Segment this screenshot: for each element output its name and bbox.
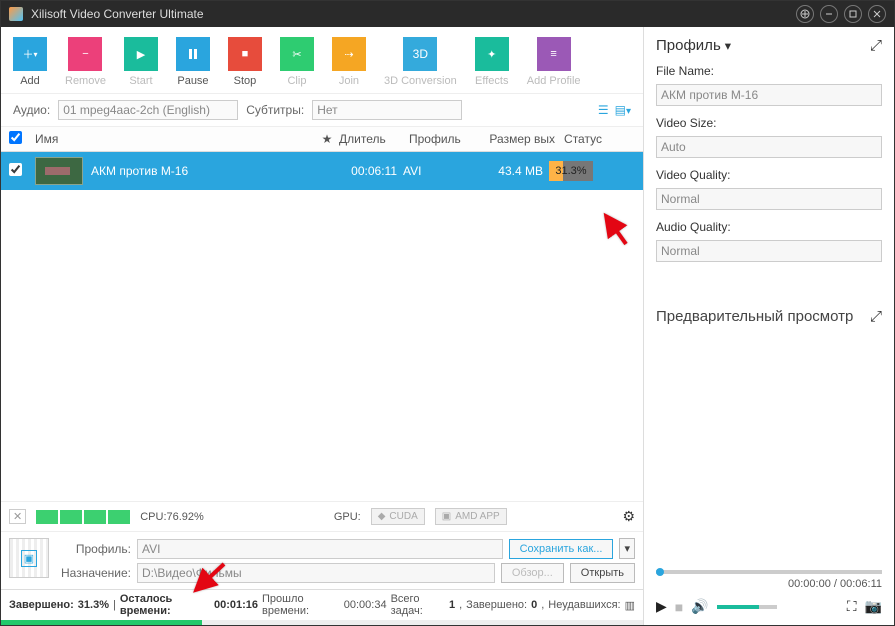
videoquality-select[interactable] [656, 188, 882, 210]
maximize-icon[interactable] [844, 5, 862, 23]
videosize-label: Video Size: [656, 116, 882, 130]
row-profile: AVI [403, 164, 463, 178]
cpu-meter [36, 510, 130, 524]
row-status-progress: 31.3% [549, 161, 593, 181]
add-profile-button[interactable]: ≡Add Profile [527, 37, 581, 87]
select-all-checkbox[interactable] [9, 131, 22, 144]
preview-time: 00:00:00 / 00:06:11 [656, 578, 882, 590]
row-size: 43.4 MB [463, 164, 549, 178]
amd-icon: ▣ [442, 511, 451, 522]
video-thumbnail [35, 157, 83, 185]
play-icon[interactable]: ▶ [656, 598, 667, 615]
row-duration: 00:06:11 [333, 164, 403, 178]
row-checkbox[interactable] [9, 163, 22, 176]
expand-preview-icon[interactable]: ⤢ [870, 308, 882, 325]
audio-subtitle-row: Аудио: Субтитры: ☰ ▤▾ [1, 94, 643, 127]
videoquality-label: Video Quality: [656, 168, 882, 182]
col-star[interactable]: ★ [315, 132, 339, 146]
cpu-gpu-bar: ✕ CPU:76.92% GPU: ◆CUDA ▣AMD APP ⚙ [1, 501, 643, 531]
add-button[interactable]: ＋▾Add [13, 37, 47, 87]
stop-button[interactable]: ■Stop [228, 37, 262, 87]
destination-field[interactable] [137, 563, 495, 583]
col-duration[interactable]: Длитель [339, 132, 409, 146]
table-header: Имя ★ Длитель Профиль Размер вых Статус [1, 127, 643, 152]
browse-button[interactable]: Обзор... [501, 563, 564, 583]
cpu-label: CPU:76.92% [140, 511, 204, 523]
window-title: Xilisoft Video Converter Ultimate [31, 7, 788, 21]
format-icon: ▣ [9, 538, 49, 578]
view-tile-icon[interactable]: ▤▾ [615, 103, 631, 117]
toolbar: ＋▾Add −Remove ▶Start Pause ■Stop ✂Clip ⇢… [1, 27, 643, 94]
profile-destination-area: ▣ Профиль: Сохранить как... ▾ Назначение… [1, 531, 643, 589]
pause-button[interactable]: Pause [176, 37, 210, 87]
3d-conversion-button[interactable]: 3D3D Conversion [384, 37, 457, 87]
cuda-button[interactable]: ◆CUDA [371, 508, 425, 525]
join-button[interactable]: ⇢Join [332, 37, 366, 87]
save-as-dropdown[interactable]: ▾ [619, 538, 635, 559]
view-list-icon[interactable]: ☰ [598, 103, 609, 117]
status-bar: Завершено:31.3% | Осталось времени:00:01… [1, 589, 643, 620]
app-window: Xilisoft Video Converter Ultimate ＋▾Add … [0, 0, 895, 626]
filename-label: File Name: [656, 64, 882, 78]
side-panel: Профиль▾⤢ File Name: Video Size: Video Q… [644, 27, 894, 625]
volume-icon[interactable]: 🔊 [691, 598, 708, 615]
file-list-area[interactable] [1, 190, 643, 501]
gpu-label: GPU: [334, 511, 361, 523]
subtitle-select[interactable] [312, 100, 462, 120]
cpu-close-icon[interactable]: ✕ [9, 509, 26, 524]
audioquality-label: Audio Quality: [656, 220, 882, 234]
fullscreen-icon[interactable]: ⛶ [847, 598, 857, 615]
gear-icon[interactable]: ⚙ [622, 508, 635, 525]
titlebar: Xilisoft Video Converter Ultimate [1, 1, 894, 27]
subtitle-label: Субтитры: [246, 103, 304, 117]
audio-select[interactable] [58, 100, 238, 120]
row-name: АКМ против М-16 [91, 164, 309, 178]
remove-button[interactable]: −Remove [65, 37, 106, 87]
filename-field[interactable] [656, 84, 882, 106]
col-status[interactable]: Статус [555, 132, 611, 146]
expand-icon[interactable]: ⤢ [870, 37, 882, 54]
volume-slider[interactable] [717, 605, 777, 609]
close-icon[interactable] [868, 5, 886, 23]
preview-timeline[interactable]: 00:00:00 / 00:06:11 ▶ ■ 🔊 ⛶ 📷 [656, 566, 882, 615]
app-icon [9, 7, 23, 21]
report-icon[interactable]: ▥ [625, 599, 635, 612]
effects-button[interactable]: ✦Effects [475, 37, 509, 87]
videosize-select[interactable] [656, 136, 882, 158]
minimize-icon[interactable] [820, 5, 838, 23]
save-as-button[interactable]: Сохранить как... [509, 539, 614, 559]
open-button[interactable]: Открыть [570, 563, 635, 583]
table-row[interactable]: АКМ против М-16 00:06:11 AVI 43.4 MB 31.… [1, 152, 643, 190]
main-panel: ＋▾Add −Remove ▶Start Pause ■Stop ✂Clip ⇢… [1, 27, 644, 625]
stop-preview-icon[interactable]: ■ [675, 599, 683, 615]
start-button[interactable]: ▶Start [124, 37, 158, 87]
profile-label: Профиль: [57, 542, 131, 556]
audioquality-select[interactable] [656, 240, 882, 262]
col-name[interactable]: Имя [35, 132, 315, 146]
overall-progress-bar [1, 620, 643, 625]
nvidia-icon: ◆ [378, 511, 386, 522]
amd-button[interactable]: ▣AMD APP [435, 508, 507, 525]
preview-heading: Предварительный просмотр⤢ [656, 308, 882, 325]
profile-field[interactable] [137, 539, 503, 559]
settings-circle-icon[interactable] [796, 5, 814, 23]
profile-heading: Профиль▾⤢ [656, 37, 882, 54]
clip-button[interactable]: ✂Clip [280, 37, 314, 87]
col-profile[interactable]: Профиль [409, 132, 469, 146]
col-size[interactable]: Размер вых [469, 132, 555, 146]
audio-label: Аудио: [13, 103, 50, 117]
destination-label: Назначение: [57, 566, 131, 580]
snapshot-icon[interactable]: 📷 [865, 598, 882, 615]
